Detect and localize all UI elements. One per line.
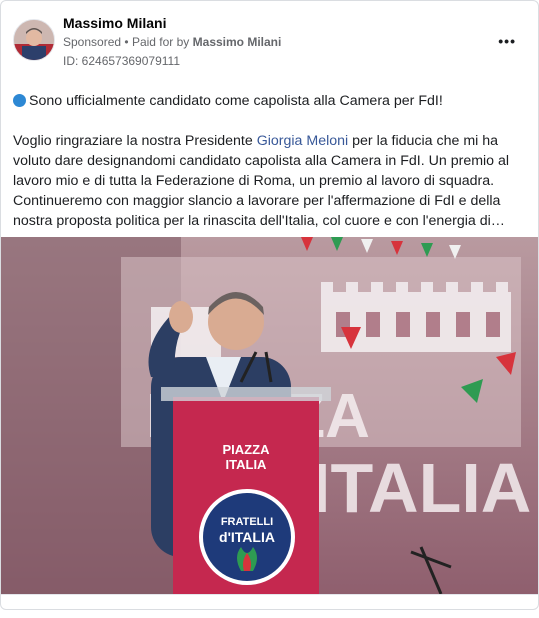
svg-text:ITALIA: ITALIA [311,449,531,527]
sponsored-line: Sponsored • Paid for by Massimo Milani [63,35,281,49]
body-text-start: Voglio ringraziare la nostra Presidente [13,133,257,149]
blue-circle-icon [13,94,26,107]
author-avatar[interactable] [13,19,55,61]
separator-dot: • [124,35,132,49]
paid-for-prefix: Paid for by [131,35,190,49]
podium-sign-line-1: PIAZZA [223,442,271,457]
post-body: Voglio ringraziare la nostra Presidente … [13,131,526,231]
rally-photo: PIAZZA ITALIA PIAZZA ITALIA FRATELLI d' [1,237,538,594]
ad-id: ID: 624657369079111 [63,54,180,68]
headline-text: Sono ufficialmente candidato come capoli… [29,93,443,109]
party-logo-line-1: FRATELLI [221,516,273,528]
author-name[interactable]: Massimo Milani [63,15,166,31]
post-headline: Sono ufficialmente candidato come capoli… [13,91,526,111]
post-header: Massimo Milani Sponsored • Paid for by M… [13,13,526,73]
more-options-icon[interactable]: ••• [498,33,516,49]
paid-by-name: Massimo Milani [192,35,282,49]
post-text: Sono ufficialmente candidato come capoli… [13,91,526,231]
party-logo-line-2: d'ITALIA [219,529,275,545]
sponsored-label: Sponsored [63,35,122,49]
card-divider [1,594,538,595]
avatar-photo [14,20,54,60]
post-image[interactable]: PIAZZA ITALIA PIAZZA ITALIA FRATELLI d' [1,237,538,594]
sponsored-post-card: Massimo Milani Sponsored • Paid for by M… [0,0,539,610]
podium-sign-line-2: ITALIA [226,457,268,472]
mention-link[interactable]: Giorgia Meloni [257,133,348,149]
